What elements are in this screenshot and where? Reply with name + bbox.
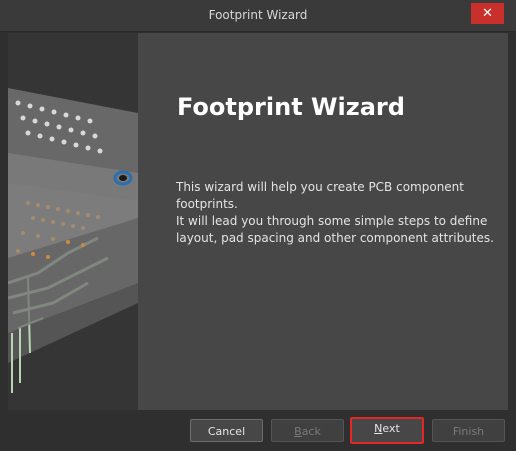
button-bar: Cancel Back Next Finish <box>0 410 516 451</box>
window-title: Footprint Wizard <box>208 8 308 22</box>
finish-button[interactable]: Finish <box>432 419 505 442</box>
description: This wizard will help you create PCB com… <box>176 179 496 247</box>
wizard-main-panel: Footprint Wizard This wizard will help y… <box>138 33 508 410</box>
wizard-content: Footprint Wizard This wizard will help y… <box>8 33 508 410</box>
pcb-layers-illustration <box>8 33 138 410</box>
close-icon: ✕ <box>482 6 493 21</box>
next-button[interactable]: Next <box>350 417 424 444</box>
cancel-label: Cancel <box>207 425 246 438</box>
next-label: ext <box>382 422 400 435</box>
description-line-2: It will lead you through some simple ste… <box>176 214 494 245</box>
close-button[interactable]: ✕ <box>471 3 504 24</box>
back-button[interactable]: Back <box>271 419 344 442</box>
title-bar: Footprint Wizard ✕ <box>0 0 516 32</box>
description-line-1: This wizard will help you create PCB com… <box>176 180 464 211</box>
cancel-button[interactable]: Cancel <box>190 419 263 442</box>
back-label: ack <box>301 425 321 438</box>
finish-label: Finish <box>452 425 485 438</box>
back-mnemonic: B <box>294 425 302 438</box>
page-title: Footprint Wizard <box>177 93 405 121</box>
